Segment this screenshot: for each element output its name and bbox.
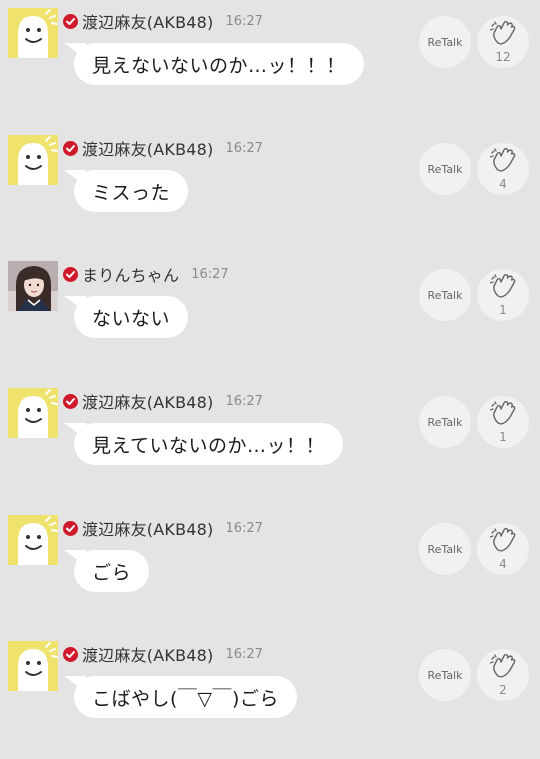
clap-button[interactable]: 1 <box>477 269 529 321</box>
photo-avatar-icon <box>8 261 58 311</box>
talk-message: 渡辺麻友(AKB48) 16:27 見えていないのか…ッ！！ ReTalk 1 <box>0 380 540 506</box>
message-bubble: 見えないないのか…ッ！！！ <box>74 43 364 85</box>
clap-icon <box>490 148 518 172</box>
clap-button[interactable]: 12 <box>477 16 529 68</box>
timestamp: 16:27 <box>225 393 263 409</box>
clap-count: 1 <box>499 430 507 444</box>
author-name[interactable]: まりんちゃん <box>82 262 179 286</box>
talk-message: 渡辺麻友(AKB48) 16:27 見えないないのか…ッ！！！ ReTalk 1… <box>0 0 540 126</box>
message-bubble: こばやし(￣▽￣)ごら <box>74 676 297 718</box>
verified-badge-icon <box>63 13 78 29</box>
clap-icon <box>490 274 518 298</box>
yellow-character-avatar-icon <box>8 388 58 438</box>
verified-badge-icon <box>63 393 78 409</box>
verified-badge-icon <box>63 646 78 662</box>
author-name[interactable]: 渡辺麻友(AKB48) <box>82 642 213 666</box>
avatar[interactable] <box>8 8 58 58</box>
message-bubble: ないない <box>74 296 189 338</box>
clap-button[interactable]: 2 <box>477 649 529 701</box>
avatar[interactable] <box>8 515 58 565</box>
clap-count: 12 <box>495 50 511 64</box>
talk-message: 渡辺麻友(AKB48) 16:27 こばやし(￣▽￣)ごら ReTalk 2 <box>0 633 540 759</box>
talk-feed: 渡辺麻友(AKB48) 16:27 見えないないのか…ッ！！！ ReTalk 1… <box>0 0 540 754</box>
yellow-character-avatar-icon <box>8 641 58 691</box>
timestamp: 16:27 <box>225 13 263 29</box>
retalk-button[interactable]: ReTalk <box>419 143 471 195</box>
message-header: 渡辺麻友(AKB48) 16:27 <box>63 10 263 32</box>
retalk-button[interactable]: ReTalk <box>419 396 471 448</box>
message-bubble: ミスった <box>74 170 189 212</box>
clap-count: 4 <box>499 557 507 571</box>
author-name[interactable]: 渡辺麻友(AKB48) <box>82 389 213 413</box>
timestamp: 16:27 <box>191 266 229 282</box>
retalk-button[interactable]: ReTalk <box>419 269 471 321</box>
retalk-button[interactable]: ReTalk <box>419 16 471 68</box>
verified-badge-icon <box>63 520 78 536</box>
clap-icon <box>490 528 518 552</box>
clap-button[interactable]: 4 <box>477 523 529 575</box>
message-header: 渡辺麻友(AKB48) 16:27 <box>63 517 263 539</box>
author-name[interactable]: 渡辺麻友(AKB48) <box>82 136 213 160</box>
clap-button[interactable]: 4 <box>477 143 529 195</box>
yellow-character-avatar-icon <box>8 515 58 565</box>
talk-message: 渡辺麻友(AKB48) 16:27 ごら ReTalk 4 <box>0 507 540 633</box>
avatar[interactable] <box>8 135 58 185</box>
verified-badge-icon <box>63 266 78 282</box>
message-header: まりんちゃん 16:27 <box>63 263 229 285</box>
yellow-character-avatar-icon <box>8 135 58 185</box>
message-bubble: 見えていないのか…ッ！！ <box>74 423 344 465</box>
talk-message: まりんちゃん 16:27 ないない ReTalk 1 <box>0 253 540 379</box>
clap-count: 1 <box>499 303 507 317</box>
clap-button[interactable]: 1 <box>477 396 529 448</box>
retalk-button[interactable]: ReTalk <box>419 649 471 701</box>
message-header: 渡辺麻友(AKB48) 16:27 <box>63 390 263 412</box>
message-bubble: ごら <box>74 550 150 592</box>
message-header: 渡辺麻友(AKB48) 16:27 <box>63 643 263 665</box>
avatar[interactable] <box>8 388 58 438</box>
clap-count: 4 <box>499 177 507 191</box>
avatar[interactable] <box>8 261 58 311</box>
clap-icon <box>490 654 518 678</box>
clap-icon <box>490 401 518 425</box>
clap-count: 2 <box>499 683 507 697</box>
author-name[interactable]: 渡辺麻友(AKB48) <box>82 9 213 33</box>
yellow-character-avatar-icon <box>8 8 58 58</box>
timestamp: 16:27 <box>225 646 263 662</box>
avatar[interactable] <box>8 641 58 691</box>
verified-badge-icon <box>63 140 78 156</box>
timestamp: 16:27 <box>225 140 263 156</box>
timestamp: 16:27 <box>225 520 263 536</box>
author-name[interactable]: 渡辺麻友(AKB48) <box>82 516 213 540</box>
clap-icon <box>490 21 518 45</box>
talk-message: 渡辺麻友(AKB48) 16:27 ミスった ReTalk 4 <box>0 127 540 253</box>
retalk-button[interactable]: ReTalk <box>419 523 471 575</box>
message-header: 渡辺麻友(AKB48) 16:27 <box>63 137 263 159</box>
